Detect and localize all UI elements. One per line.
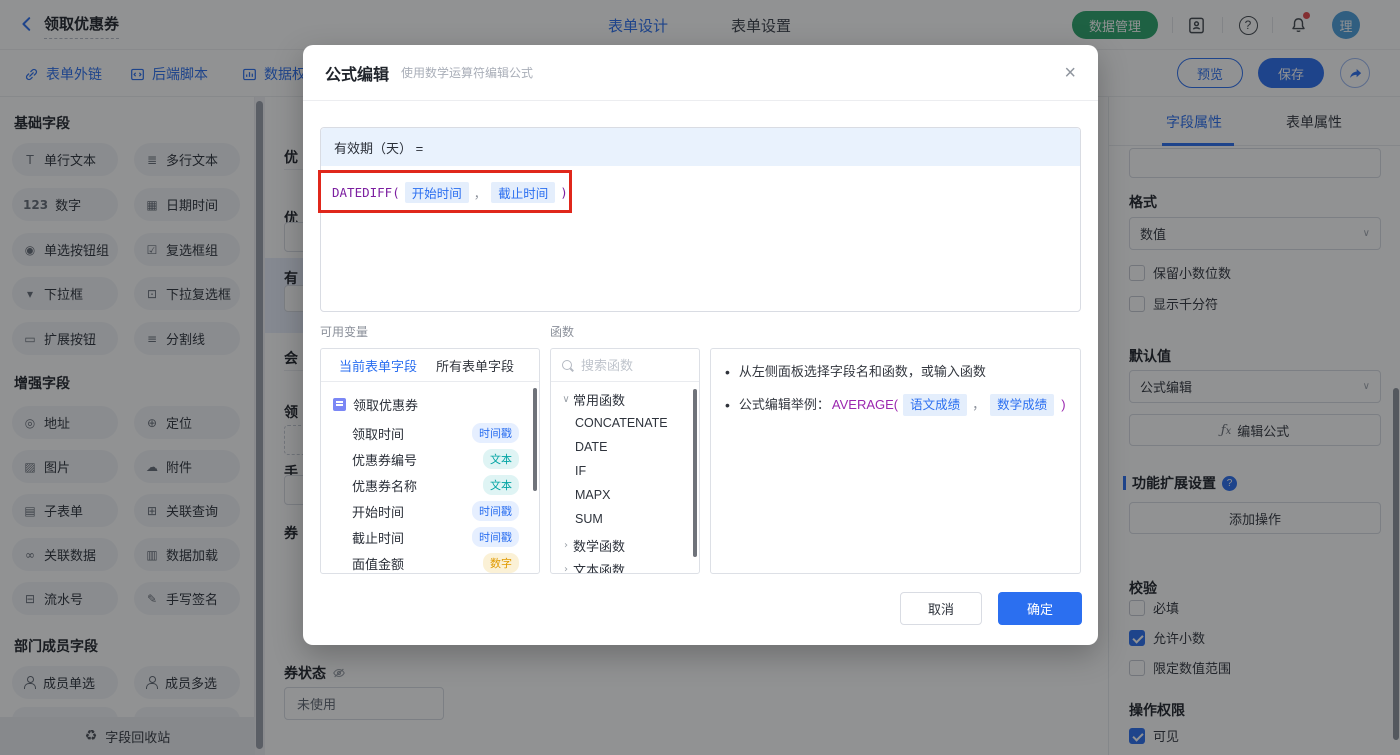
bullet-icon: • [725, 364, 730, 380]
field-type-badge: 时间戳 [472, 423, 519, 443]
function-search-input[interactable] [581, 357, 681, 373]
functions-label: 函数 [550, 325, 575, 339]
function-item[interactable]: IF [551, 459, 699, 483]
cancel-button[interactable]: 取消 [900, 592, 982, 625]
form-doc-icon [333, 397, 346, 411]
function-group-common[interactable]: ∨ 常用函数 [551, 387, 699, 411]
formula-expression: DATEDIFF( 开始时间 ， 截止时间 ) [332, 182, 568, 203]
field-type-badge: 文本 [483, 475, 519, 495]
example-close-paren: ) [1061, 397, 1066, 412]
function-group-math[interactable]: › 数学函数 [551, 533, 699, 557]
variables-panel: 当前表单字段 所有表单字段 领取优惠券 领取时间 时间戳 优惠券编号 文本 优惠… [320, 348, 540, 574]
chevron-collapsed-icon: › [564, 563, 568, 574]
modal-header: 公式编辑 使用数学运算符编辑公式 × [303, 45, 1098, 101]
confirm-button[interactable]: 确定 [998, 592, 1082, 625]
field-type-badge: 数字 [483, 553, 519, 573]
variables-tabs: 当前表单字段 所有表单字段 [321, 349, 539, 382]
formula-field-chip[interactable]: 开始时间 [404, 182, 469, 203]
chevron-expanded-icon: ∨ [562, 393, 570, 405]
formula-close-paren: ) [560, 185, 568, 200]
help-panel: • 从左侧面板选择字段名和函数，或输入函数 • 公式编辑举例： AVERAGE(… [710, 348, 1081, 574]
variable-field-row[interactable]: 优惠券编号 文本 [321, 448, 539, 470]
example-function: AVERAGE( [831, 397, 899, 412]
close-icon[interactable]: × [1064, 63, 1076, 83]
function-item[interactable]: CONCATENATE [551, 411, 699, 435]
example-comma: ， [972, 397, 986, 412]
function-item[interactable]: MAPX [551, 483, 699, 507]
formula-input-area[interactable]: DATEDIFF( 开始时间 ， 截止时间 ) [318, 166, 1080, 311]
variables-scrollbar[interactable] [533, 388, 537, 491]
formula-editor-modal: 公式编辑 使用数学运算符编辑公式 × 有效期（天） = DATEDIFF( 开始… [303, 45, 1098, 645]
bullet-icon: • [725, 397, 730, 413]
example-field-chip: 数学成绩 [990, 394, 1055, 416]
field-type-badge: 文本 [483, 449, 519, 469]
formula-function: DATEDIFF( [332, 185, 400, 200]
formula-target-bar: 有效期（天） = [321, 128, 1080, 166]
function-item[interactable]: SUM [551, 507, 699, 531]
variable-field-row[interactable]: 截止时间 时间戳 [321, 526, 539, 548]
help-line-1: • 从左侧面板选择字段名和函数，或输入函数 [725, 364, 986, 380]
function-group-text[interactable]: › 文本函数 [551, 557, 699, 574]
variable-field-row[interactable]: 开始时间 时间戳 [321, 500, 539, 522]
field-type-badge: 时间戳 [472, 527, 519, 547]
search-icon [561, 359, 574, 372]
modal-title: 公式编辑 [325, 66, 390, 84]
modal-subtitle: 使用数学运算符编辑公式 [401, 66, 534, 80]
variable-field-row[interactable]: 优惠券名称 文本 [321, 474, 539, 496]
chevron-collapsed-icon: › [564, 539, 568, 551]
variable-field-row[interactable]: 领取时间 时间戳 [321, 422, 539, 444]
help-line-2: • 公式编辑举例： AVERAGE( 语文成绩 ， 数学成绩 ) [725, 394, 1066, 416]
formula-field-chip[interactable]: 截止时间 [491, 182, 556, 203]
functions-scrollbar[interactable] [693, 389, 697, 557]
function-item[interactable]: DATE [551, 435, 699, 459]
functions-panel: ∨ 常用函数 CONCATENATE DATE IF MAPX SUM › 数学… [550, 348, 700, 574]
field-type-badge: 时间戳 [472, 501, 519, 521]
formula-comma: ， [473, 187, 487, 201]
tab-current-form-fields[interactable]: 当前表单字段 [339, 356, 417, 375]
tab-all-form-fields[interactable]: 所有表单字段 [436, 356, 514, 375]
variables-label: 可用变量 [320, 325, 369, 339]
example-field-chip: 语文成绩 [903, 394, 968, 416]
variable-field-row[interactable]: 面值金额 数字 [321, 552, 539, 574]
variables-form-node[interactable]: 领取优惠券 [321, 393, 539, 415]
formula-editor: 有效期（天） = DATEDIFF( 开始时间 ， 截止时间 ) [318, 127, 1081, 312]
function-search[interactable] [551, 349, 699, 382]
